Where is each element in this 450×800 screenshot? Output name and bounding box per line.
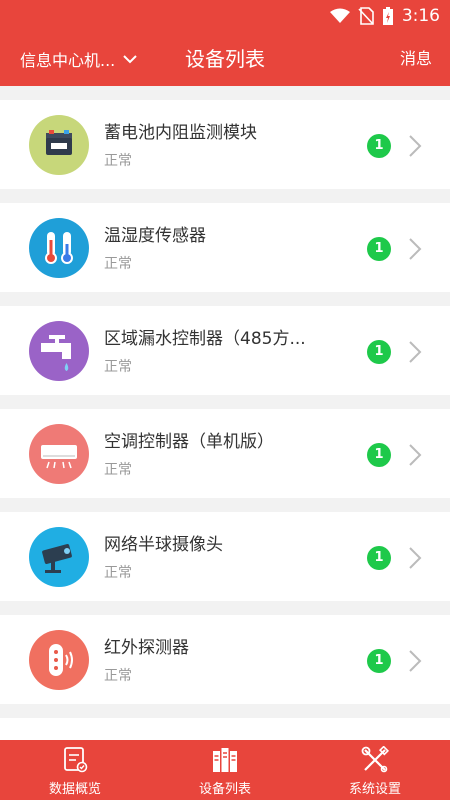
settings-tools-icon (361, 746, 390, 773)
chevron-right-icon (409, 650, 422, 672)
battery-charging-icon (382, 7, 393, 25)
device-count-badge: 1 (367, 134, 391, 158)
device-name: 空调控制器（单机版） (104, 432, 274, 452)
camera-icon (29, 527, 89, 587)
status-bar: 3:16 (0, 0, 450, 32)
tab-label: 数据概览 (48, 782, 101, 797)
tab-device-list[interactable]: 设备列表 (150, 740, 300, 800)
air-conditioner-icon (29, 424, 89, 484)
device-count-badge: 1 (367, 443, 391, 467)
chevron-right-icon (409, 238, 422, 260)
tab-system-settings[interactable]: 系统设置 (300, 740, 450, 800)
wifi-icon (329, 8, 350, 23)
device-count-badge: 1 (367, 237, 391, 261)
device-item[interactable]: 蓄电池内阻监测模块 正常 1 (0, 100, 450, 189)
overview-icon (64, 747, 88, 773)
device-status: 正常 (104, 565, 132, 581)
station-name: 信息中心机... (20, 51, 116, 70)
tab-data-overview[interactable]: 数据概览 (0, 740, 150, 800)
device-name: 网络半球摄像头 (104, 535, 223, 555)
chevron-right-icon (409, 135, 422, 157)
no-sim-icon (358, 7, 374, 25)
device-count-badge: 1 (367, 649, 391, 673)
header: 信息中心机... 设备列表 消息 (0, 32, 450, 86)
device-status: 正常 (104, 153, 132, 169)
device-name: 区域漏水控制器（485方... (104, 329, 306, 349)
clock: 3:16 (401, 6, 440, 26)
device-status: 正常 (104, 462, 132, 478)
device-name: 蓄电池内阻监测模块 (104, 123, 257, 143)
device-name: 红外探测器 (104, 638, 189, 658)
chevron-down-icon (123, 55, 137, 64)
tab-label: 设备列表 (198, 782, 251, 797)
faucet-icon (29, 321, 89, 381)
device-status: 正常 (104, 256, 132, 272)
bottom-tab-bar: 数据概览 设备列表 系统设置 (0, 740, 450, 800)
infrared-detector-icon (29, 630, 89, 690)
device-list-icon (213, 748, 237, 772)
device-name: 温湿度传感器 (104, 226, 206, 246)
device-item[interactable]: 温湿度传感器 正常 1 (0, 203, 450, 292)
battery-icon (29, 115, 89, 175)
thermometer-icon (29, 218, 89, 278)
messages-button[interactable]: 消息 (400, 32, 432, 86)
chevron-right-icon (409, 547, 422, 569)
device-status: 正常 (104, 668, 132, 684)
device-item[interactable]: 红外探测器 正常 1 (0, 615, 450, 704)
device-count-badge: 1 (367, 340, 391, 364)
device-item[interactable]: 网络半球摄像头 正常 1 (0, 512, 450, 601)
device-item[interactable]: 空调控制器（单机版） 正常 1 (0, 409, 450, 498)
tab-label: 系统设置 (348, 782, 401, 797)
device-list: 蓄电池内阻监测模块 正常 1 温湿度传感器 正常 1 区域漏水控制器（485方.… (0, 100, 450, 718)
chevron-right-icon (409, 341, 422, 363)
chevron-right-icon (409, 444, 422, 466)
station-selector[interactable]: 信息中心机... (20, 32, 137, 86)
device-count-badge: 1 (367, 546, 391, 570)
device-item[interactable]: 区域漏水控制器（485方... 正常 1 (0, 306, 450, 395)
device-status: 正常 (104, 359, 132, 375)
